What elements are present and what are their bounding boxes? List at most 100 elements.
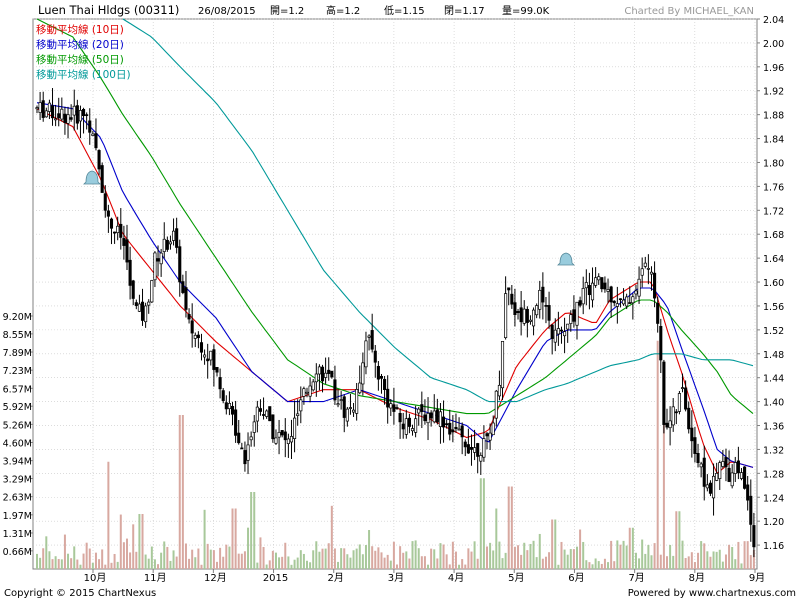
candle-down (547, 305, 551, 321)
candle-down (75, 105, 79, 124)
volume-bar (163, 541, 166, 569)
powered-by-link[interactable]: Powered by www.chartnexus.com (628, 588, 796, 599)
candle-up (538, 289, 542, 310)
candle-up (569, 314, 573, 324)
charted-by: Charted By MICHAEL_KAN (624, 6, 754, 17)
volume-bar (36, 553, 38, 569)
candle-up (597, 276, 601, 281)
volume-bar (315, 541, 318, 569)
volume-bar (141, 514, 144, 569)
volume-bar (321, 548, 324, 569)
candle-up (246, 444, 250, 461)
volume-bar (364, 545, 367, 569)
candle-down (178, 246, 182, 283)
candle-down (572, 309, 576, 322)
volume-bar (703, 543, 706, 569)
price-tick-label: 1.28 (763, 469, 784, 480)
candle-down (218, 377, 222, 390)
volume-bar (684, 558, 687, 569)
candle-down (165, 239, 169, 250)
volume-bar (591, 564, 594, 569)
chart-background (0, 0, 800, 600)
candle-up (404, 418, 408, 435)
volume-bar (486, 546, 488, 569)
volume-bar (250, 492, 253, 569)
candle-down (109, 218, 114, 229)
candle-down (103, 193, 107, 211)
candle-down (386, 388, 390, 408)
candle-down (140, 301, 145, 321)
volume-bar (361, 554, 364, 569)
volume-tick-label: 7.23M (3, 366, 32, 377)
candle-down (128, 259, 132, 286)
volume-value: 量=99.0K (502, 5, 550, 17)
candle-up (255, 406, 259, 422)
volume-bar (98, 559, 101, 569)
volume-bar (718, 549, 721, 569)
volume-bar (129, 552, 132, 569)
candle-down (690, 427, 694, 442)
volume-bar (209, 549, 212, 569)
volume-bar (495, 508, 498, 569)
candle-up (60, 108, 64, 120)
candle-up (308, 385, 312, 397)
volume-bar (42, 548, 45, 569)
volume-bar (464, 564, 467, 569)
volume-bar (579, 529, 582, 569)
candle-up (311, 381, 315, 391)
candle-down (134, 302, 138, 306)
candle-down (119, 223, 123, 238)
volume-bar (458, 564, 461, 569)
volume-bar (479, 478, 482, 569)
volume-bar (408, 558, 411, 569)
volume-bar (399, 546, 402, 569)
candle-down (653, 272, 657, 299)
price-tick-label: 1.44 (763, 374, 784, 385)
candle-up (715, 473, 719, 481)
price-tick-label: 1.92 (763, 87, 784, 98)
candle-down (342, 396, 346, 418)
candle-down (435, 409, 439, 423)
candle-down (460, 425, 464, 438)
volume-tick-label: 3.94M (3, 457, 32, 468)
candle-up (556, 328, 560, 335)
candle-up (410, 428, 415, 432)
candle-up (305, 391, 309, 394)
candle-up (137, 303, 141, 312)
candle-up (705, 484, 709, 489)
volume-bar (541, 558, 544, 569)
volume-bar (743, 541, 746, 569)
candle-up (72, 105, 76, 116)
volume-bar (352, 550, 355, 569)
candle-up (54, 118, 58, 121)
stock-name: Luen Thai Hldgs (00311) (38, 3, 179, 17)
volume-bar (51, 559, 54, 569)
volume-bar (420, 556, 423, 569)
volume-bar (271, 550, 274, 569)
volume-bar (585, 560, 588, 569)
volume-bar (669, 544, 672, 569)
candle-up (721, 461, 725, 467)
candle-down (370, 330, 374, 350)
candle-up (680, 387, 685, 389)
candle-down (628, 302, 632, 304)
candle-down (746, 484, 750, 501)
candle-down (243, 450, 247, 465)
candle-up (563, 331, 567, 337)
price-tick-label: 1.64 (763, 254, 784, 265)
volume-bar (132, 524, 135, 569)
volume-bar (318, 551, 321, 569)
volume-bar (380, 552, 383, 569)
candle-up (227, 403, 231, 410)
volume-bar (126, 538, 128, 569)
volume-bar (650, 555, 653, 569)
volume-bar (656, 340, 659, 569)
volume-tick-label: 3.29M (3, 475, 32, 486)
volume-tick-label: 0.66M (3, 547, 32, 558)
candle-up (252, 421, 256, 433)
volume-bar (228, 546, 231, 569)
candle-up (203, 354, 207, 358)
volume-bar (492, 550, 495, 569)
candle-down (69, 117, 73, 120)
volume-bar (572, 549, 575, 569)
